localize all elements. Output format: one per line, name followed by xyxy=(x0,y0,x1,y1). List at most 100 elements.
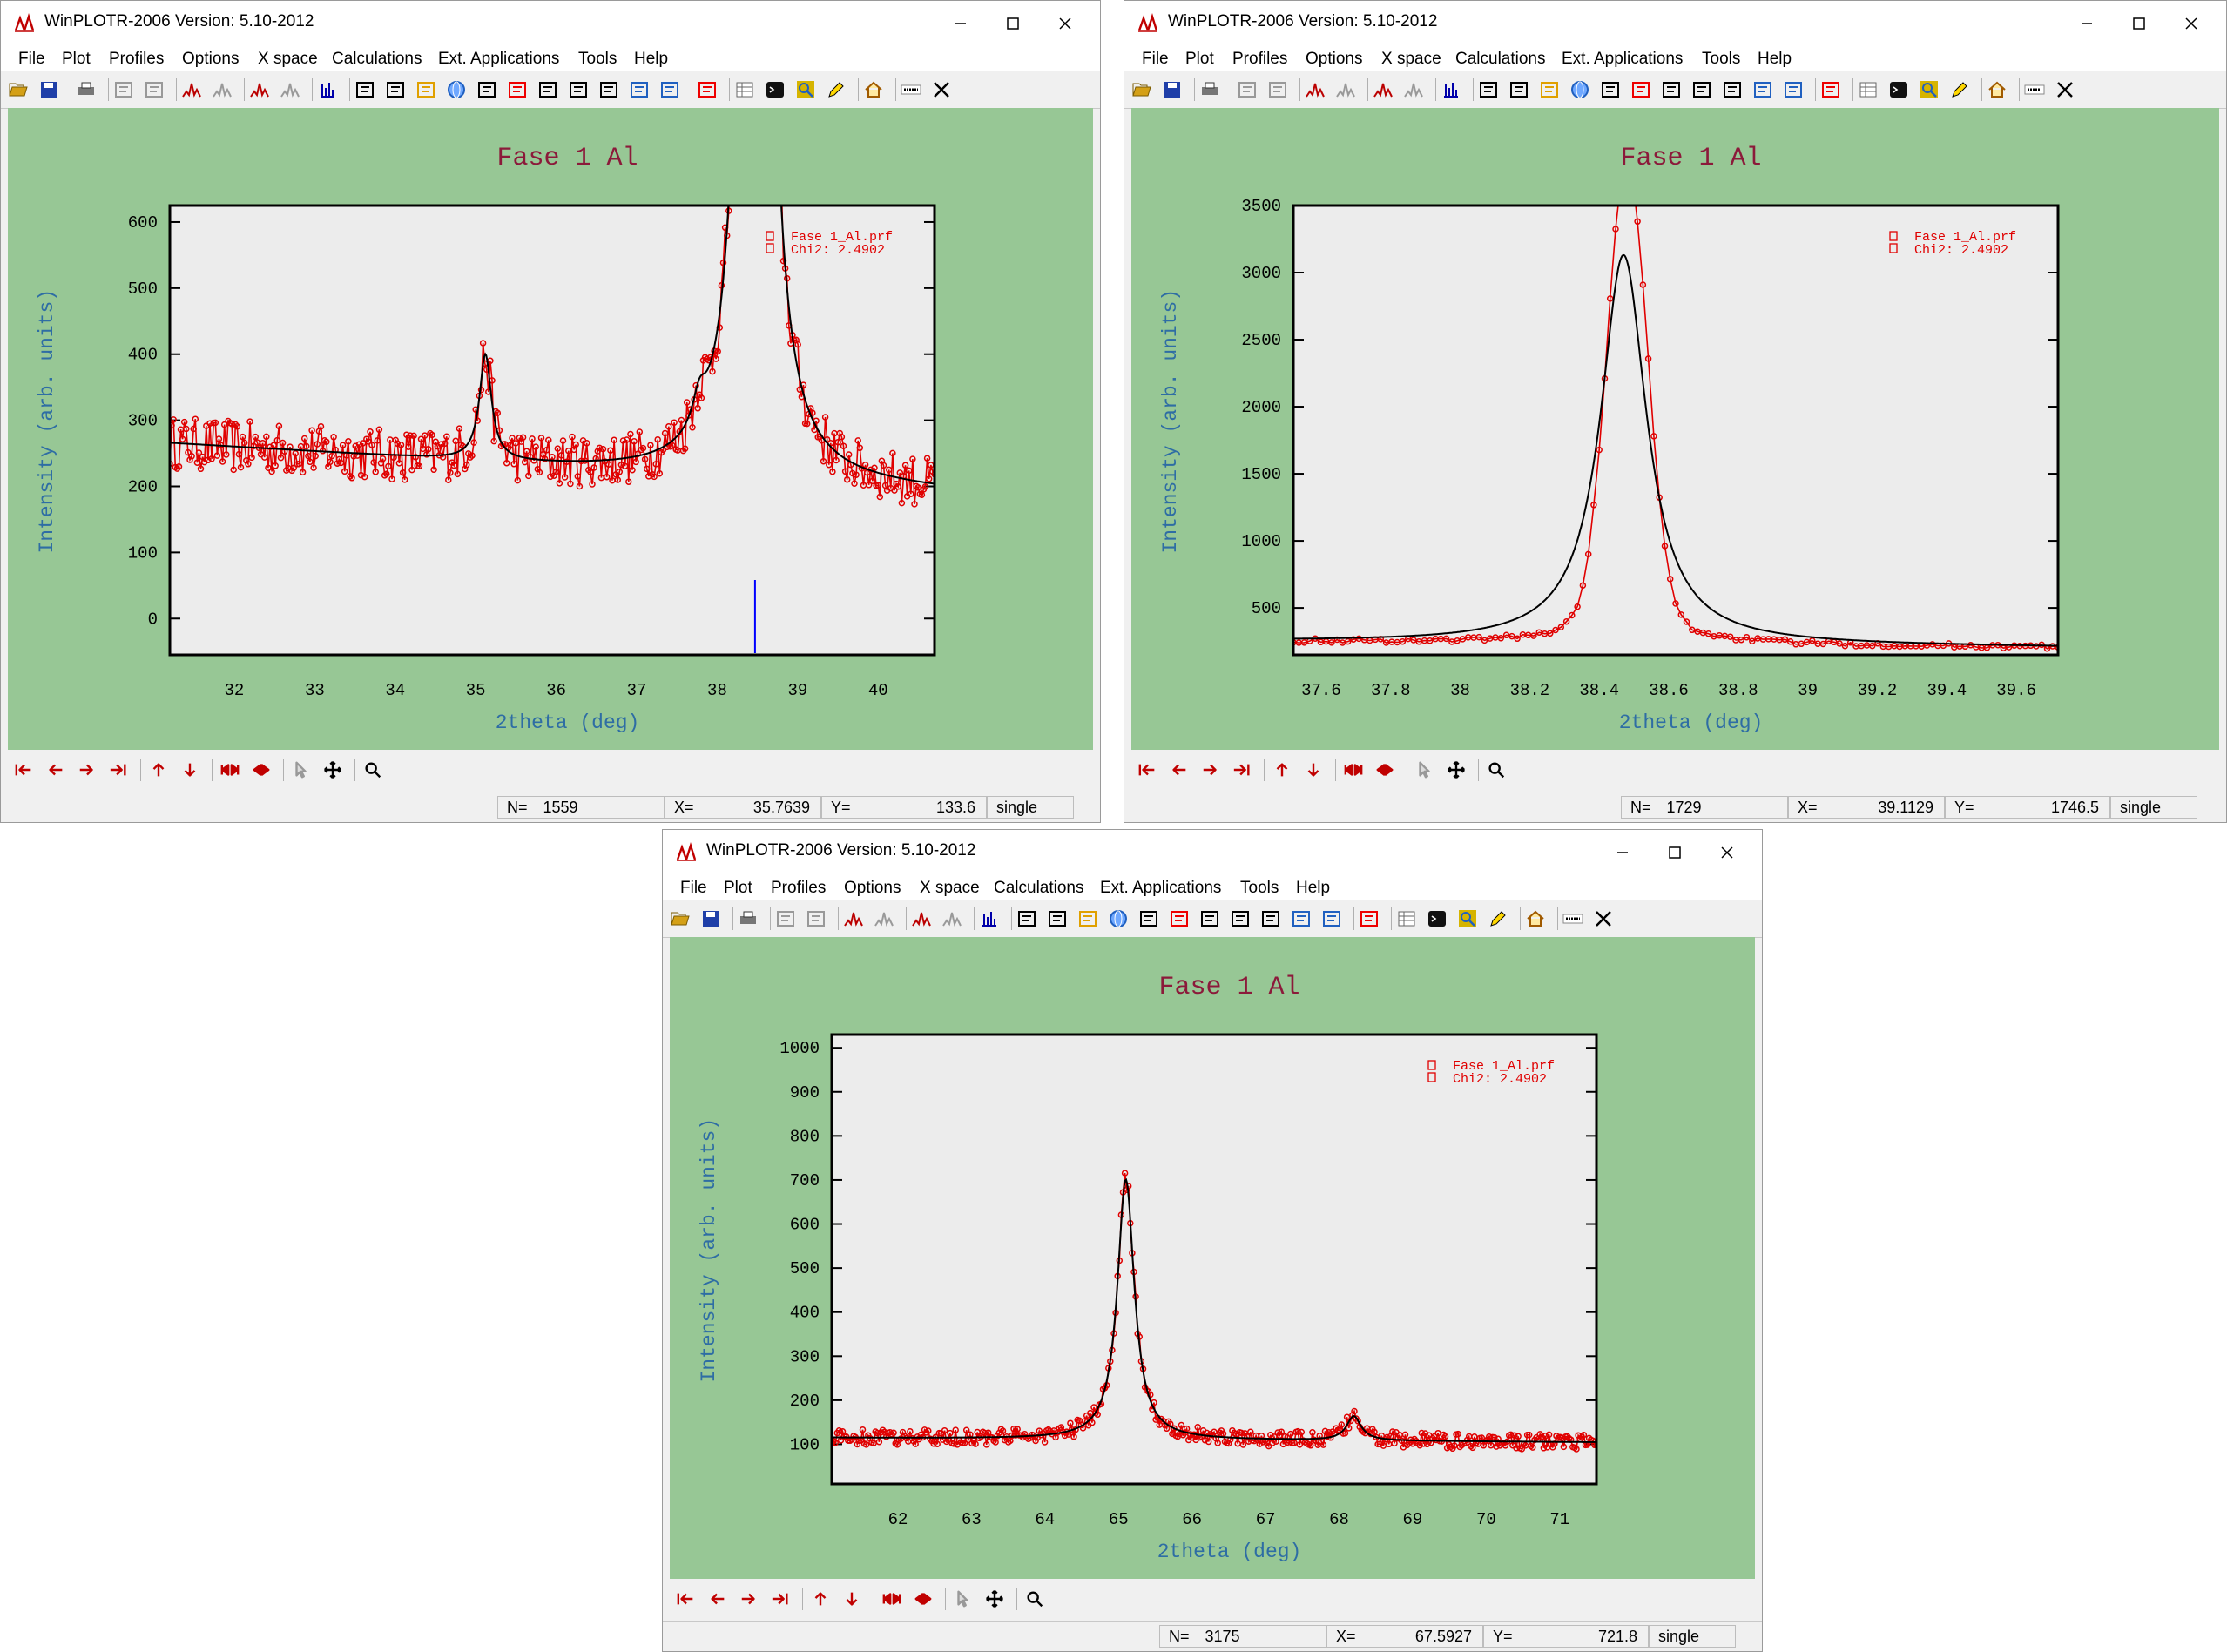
menu-tools[interactable]: Tools xyxy=(1240,879,1279,898)
down-arrow-button[interactable] xyxy=(842,1589,861,1608)
peaks-button[interactable] xyxy=(1305,79,1326,100)
exit-button[interactable] xyxy=(931,79,952,100)
last-button[interactable] xyxy=(109,760,128,779)
pencil-button[interactable] xyxy=(1488,908,1508,929)
last-button[interactable] xyxy=(771,1589,790,1608)
bragg-button[interactable] xyxy=(317,79,338,100)
profile-gray-button[interactable] xyxy=(1403,79,1424,100)
fit-button[interactable] xyxy=(775,908,796,929)
zoom-yellow-button[interactable] xyxy=(795,79,816,100)
menu-file[interactable]: File xyxy=(680,879,707,898)
peaks-button[interactable] xyxy=(181,79,202,100)
profile-button[interactable] xyxy=(1373,79,1394,100)
print-button[interactable] xyxy=(1199,79,1220,100)
console-button[interactable] xyxy=(765,79,786,100)
move-button[interactable] xyxy=(323,760,342,779)
fpcyc-button[interactable] xyxy=(1291,908,1312,929)
dicvol-button[interactable] xyxy=(697,79,718,100)
menu-plot[interactable]: Plot xyxy=(1185,50,1214,69)
expand-x-button[interactable] xyxy=(1375,760,1394,779)
seq-button[interactable] xyxy=(659,79,680,100)
home-button[interactable] xyxy=(1987,79,2008,100)
console-button[interactable] xyxy=(1888,79,1909,100)
fp-button[interactable] xyxy=(1169,908,1190,929)
first-button[interactable] xyxy=(15,760,34,779)
magnifier-button[interactable] xyxy=(1487,760,1506,779)
home-button[interactable] xyxy=(863,79,884,100)
peaks-gray-button[interactable] xyxy=(874,908,894,929)
hkl-button[interactable] xyxy=(1600,79,1621,100)
table-button[interactable] xyxy=(1396,908,1417,929)
fpcyc-button[interactable] xyxy=(1752,79,1773,100)
menu-tools[interactable]: Tools xyxy=(578,50,617,69)
pencil-button[interactable] xyxy=(1949,79,1970,100)
seq-button[interactable] xyxy=(1321,908,1342,929)
prf-button[interactable] xyxy=(1199,908,1220,929)
profile-button[interactable] xyxy=(249,79,270,100)
bandstr-button[interactable] xyxy=(1539,79,1560,100)
edpcr-button[interactable] xyxy=(385,79,406,100)
pcr-button[interactable] xyxy=(1478,79,1499,100)
expand-x-button[interactable] xyxy=(914,1589,933,1608)
studio-button[interactable] xyxy=(1230,908,1251,929)
viewcif-button[interactable] xyxy=(598,79,619,100)
menu-calculations[interactable]: Calculations xyxy=(1455,50,1546,69)
globe-button[interactable] xyxy=(1569,79,1590,100)
home-button[interactable] xyxy=(1525,908,1546,929)
pcr-button[interactable] xyxy=(1016,908,1037,929)
menu-options[interactable]: Options xyxy=(1306,50,1362,69)
profile-gray-button[interactable] xyxy=(941,908,962,929)
open-button[interactable] xyxy=(8,79,29,100)
down-arrow-button[interactable] xyxy=(1304,760,1323,779)
bandstr-button[interactable] xyxy=(415,79,436,100)
studio-button[interactable] xyxy=(568,79,589,100)
table-button[interactable] xyxy=(1858,79,1879,100)
menu-ext-applications[interactable]: Ext. Applications xyxy=(1100,879,1221,898)
open-button[interactable] xyxy=(1131,79,1152,100)
pointer-button[interactable] xyxy=(954,1589,973,1608)
menu-x-space[interactable]: X space xyxy=(920,879,980,898)
zoom-yellow-button[interactable] xyxy=(1457,908,1478,929)
first-button[interactable] xyxy=(677,1589,696,1608)
minimize-button[interactable] xyxy=(935,6,987,41)
save-button[interactable] xyxy=(1162,79,1183,100)
move-button[interactable] xyxy=(1447,760,1466,779)
move-button[interactable] xyxy=(985,1589,1004,1608)
menu-options[interactable]: Options xyxy=(182,50,239,69)
down-arrow-button[interactable] xyxy=(180,760,199,779)
up-arrow-button[interactable] xyxy=(149,760,168,779)
reset-button[interactable] xyxy=(2024,79,2045,100)
table-button[interactable] xyxy=(734,79,755,100)
menu-calculations[interactable]: Calculations xyxy=(994,879,1084,898)
edpcr-button[interactable] xyxy=(1508,79,1529,100)
maximize-button[interactable] xyxy=(987,6,1039,41)
last-button[interactable] xyxy=(1232,760,1252,779)
menu-calculations[interactable]: Calculations xyxy=(332,50,422,69)
magnifier-button[interactable] xyxy=(363,760,382,779)
close-button[interactable] xyxy=(1701,835,1753,870)
pencil-button[interactable] xyxy=(826,79,847,100)
close-button[interactable] xyxy=(2165,6,2217,41)
menu-help[interactable]: Help xyxy=(1758,50,1792,69)
menu-help[interactable]: Help xyxy=(634,50,668,69)
fit-all-button[interactable] xyxy=(806,908,827,929)
exit-button[interactable] xyxy=(1593,908,1614,929)
fit-button[interactable] xyxy=(1237,79,1258,100)
peaks-gray-button[interactable] xyxy=(1335,79,1356,100)
left-arrow-button[interactable] xyxy=(1170,760,1189,779)
right-arrow-button[interactable] xyxy=(739,1589,759,1608)
fit-all-button[interactable] xyxy=(144,79,165,100)
globe-button[interactable] xyxy=(1108,908,1129,929)
open-button[interactable] xyxy=(670,908,691,929)
menu-profiles[interactable]: Profiles xyxy=(771,879,826,898)
minimize-button[interactable] xyxy=(2061,6,2113,41)
menu-plot[interactable]: Plot xyxy=(62,50,91,69)
close-button[interactable] xyxy=(1039,6,1091,41)
profile-gray-button[interactable] xyxy=(280,79,300,100)
menu-x-space[interactable]: X space xyxy=(1381,50,1441,69)
menu-x-space[interactable]: X space xyxy=(258,50,318,69)
zoom-yellow-button[interactable] xyxy=(1919,79,1940,100)
pointer-button[interactable] xyxy=(292,760,311,779)
dicvol-button[interactable] xyxy=(1820,79,1841,100)
reset-button[interactable] xyxy=(901,79,921,100)
